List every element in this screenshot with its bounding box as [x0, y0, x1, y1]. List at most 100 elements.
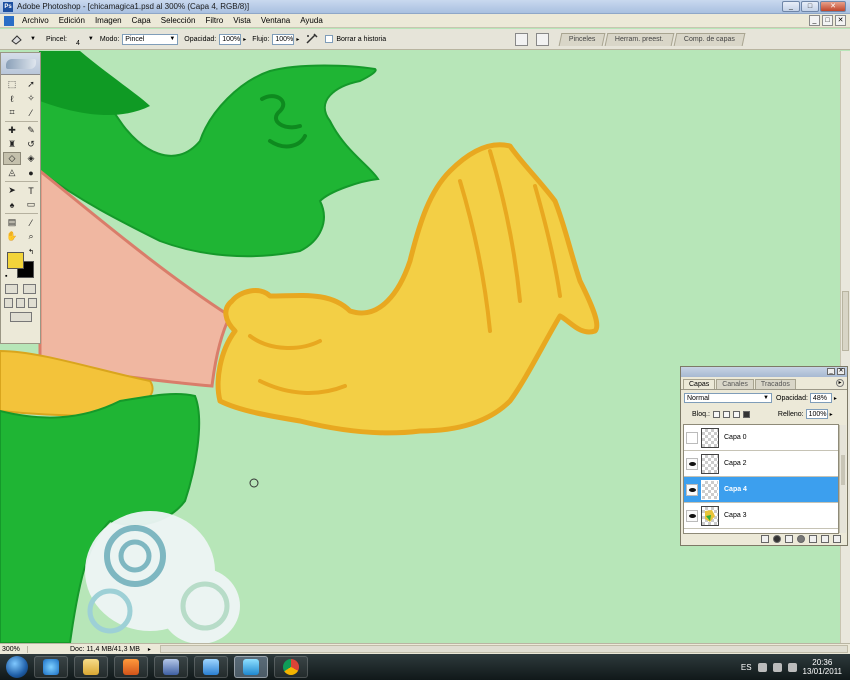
brush-icon[interactable]: ✎	[22, 124, 40, 137]
quick-mask-button[interactable]	[22, 284, 36, 294]
trash-icon[interactable]	[833, 535, 841, 543]
history-brush-icon[interactable]: ↺	[22, 138, 40, 151]
menu-ventana[interactable]: Ventana	[256, 16, 295, 25]
layer-style-icon[interactable]	[773, 535, 781, 543]
well-tab-herramientas[interactable]: Herram. preest.	[605, 33, 675, 46]
layer-row-capa-0[interactable]: Capa 0	[684, 425, 838, 451]
layers-panel-titlebar[interactable]: _ ✕	[681, 367, 847, 377]
taskbar-explorer[interactable]	[74, 656, 108, 678]
menu-capa[interactable]: Capa	[127, 16, 156, 25]
eye-icon[interactable]	[686, 457, 698, 470]
doc-minimize-button[interactable]: _	[809, 15, 820, 26]
palette-toggle-icon[interactable]	[515, 33, 528, 46]
layer-opacity-field[interactable]: 48%	[809, 393, 832, 403]
taskbar-chrome[interactable]	[274, 656, 308, 678]
eye-icon[interactable]	[686, 483, 698, 496]
flow-field[interactable]: 100%	[272, 33, 295, 45]
hand-icon[interactable]: ✋	[3, 230, 21, 243]
marquee-icon[interactable]: ⬚	[3, 78, 21, 91]
zoom-level[interactable]: 300%	[0, 645, 28, 653]
fill-slider-icon[interactable]: ▸	[830, 411, 833, 418]
file-browser-icon[interactable]	[536, 33, 549, 46]
flow-slider-icon[interactable]: ▸	[296, 36, 299, 43]
lasso-icon[interactable]: ℓ	[3, 92, 21, 105]
notes-icon[interactable]: ▤	[3, 216, 21, 229]
layer-opacity-slider-icon[interactable]: ▸	[834, 395, 837, 402]
close-button[interactable]: ✕	[820, 1, 846, 12]
network-icon[interactable]	[772, 662, 782, 672]
erase-history-checkbox[interactable]	[325, 35, 334, 43]
path-select-icon[interactable]: ➤	[3, 184, 21, 197]
document-icon[interactable]	[4, 15, 14, 26]
eraser-icon[interactable]: ◇	[3, 152, 21, 165]
layer-list-scrollbar[interactable]	[839, 425, 846, 533]
layer-row-capa-4[interactable]: Capa 4	[684, 477, 838, 503]
crop-icon[interactable]: ⌗	[3, 106, 21, 119]
screen-mode-standard-button[interactable]	[4, 298, 14, 308]
brush-size-value[interactable]: 4	[76, 40, 80, 47]
screen-mode-menu-button[interactable]	[15, 298, 25, 308]
menu-archivo[interactable]: Archivo	[17, 16, 54, 25]
tab-tracados[interactable]: Tracados	[754, 379, 796, 389]
maximize-button[interactable]: □	[801, 1, 819, 12]
taskbar-photoshop[interactable]	[234, 656, 268, 678]
screen-mode-full-button[interactable]	[27, 298, 37, 308]
menu-seleccion[interactable]: Selección	[156, 16, 201, 25]
start-button[interactable]	[6, 656, 28, 678]
tab-capas[interactable]: Capas	[683, 379, 716, 389]
lock-all-icon[interactable]	[742, 410, 750, 418]
tool-preset-chevron-icon[interactable]: ▼	[30, 36, 36, 42]
blur-icon[interactable]: ◬	[3, 166, 21, 179]
vertical-scrollbar-thumb[interactable]	[842, 291, 849, 351]
taskbar-app-5[interactable]	[194, 656, 228, 678]
bucket-icon[interactable]: ◈	[22, 152, 40, 165]
language-indicator[interactable]: ES	[741, 663, 752, 672]
layer-row-capa-3[interactable]: Capa 3	[684, 503, 838, 529]
type-icon[interactable]: T	[22, 184, 40, 197]
well-tab-pinceles[interactable]: Pinceles	[558, 33, 606, 46]
menu-vista[interactable]: Vista	[228, 16, 256, 25]
document-canvas[interactable]	[0, 51, 850, 643]
doc-close-button[interactable]: ✕	[835, 15, 846, 26]
pen-icon[interactable]: ♠	[3, 198, 21, 211]
taskbar-internet-explorer[interactable]	[34, 656, 68, 678]
blend-mode-select[interactable]: Normal ▼	[684, 393, 772, 403]
opacity-field[interactable]: 100%	[219, 33, 242, 45]
vertical-scrollbar[interactable]	[840, 51, 850, 643]
standard-mode-button[interactable]	[5, 284, 19, 294]
magic-wand-icon[interactable]: ✧	[22, 92, 40, 105]
panel-minimize-button[interactable]: _	[827, 368, 835, 375]
lock-position-icon[interactable]	[732, 410, 740, 418]
zoom-icon[interactable]: ⌕	[22, 230, 40, 243]
lock-transparency-icon[interactable]	[712, 410, 720, 418]
clock[interactable]: 20:36 13/01/2011	[803, 658, 842, 676]
eyedropper-icon[interactable]: ⁄	[22, 216, 40, 229]
slice-icon[interactable]: ⁄	[22, 106, 40, 119]
toolbox-header[interactable]	[1, 53, 40, 75]
taskbar-app-4[interactable]	[154, 656, 188, 678]
link-layers-icon[interactable]	[761, 535, 769, 543]
menu-imagen[interactable]: Imagen	[90, 16, 127, 25]
show-hidden-icons-icon[interactable]	[757, 662, 767, 672]
volume-icon[interactable]	[787, 662, 797, 672]
airbrush-icon[interactable]	[305, 33, 319, 45]
fill-field[interactable]: 100%	[805, 409, 828, 419]
mode-select[interactable]: Pincel ▼	[122, 33, 179, 45]
jump-to-imageready-button[interactable]	[9, 312, 32, 322]
menu-edicion[interactable]: Edición	[54, 16, 90, 25]
eye-icon[interactable]	[686, 509, 698, 522]
stamp-icon[interactable]: ♜	[3, 138, 21, 151]
lock-image-icon[interactable]	[722, 410, 730, 418]
layer-list-scrollbar-thumb[interactable]	[841, 455, 845, 485]
well-tab-composiciones[interactable]: Comp. de capas	[673, 33, 746, 46]
healing-icon[interactable]: ✚	[3, 124, 21, 137]
move-icon[interactable]: ➚	[22, 78, 40, 91]
minimize-button[interactable]: _	[782, 1, 800, 12]
panel-menu-icon[interactable]: ▸	[836, 379, 844, 387]
opacity-slider-icon[interactable]: ▸	[243, 36, 246, 43]
menu-ayuda[interactable]: Ayuda	[295, 16, 328, 25]
default-colors-icon[interactable]: ▪	[5, 273, 7, 280]
visibility-toggle-capa-0[interactable]	[686, 431, 698, 444]
dodge-icon[interactable]: ●	[22, 166, 40, 179]
layer-row-capa-2[interactable]: Capa 2	[684, 451, 838, 477]
